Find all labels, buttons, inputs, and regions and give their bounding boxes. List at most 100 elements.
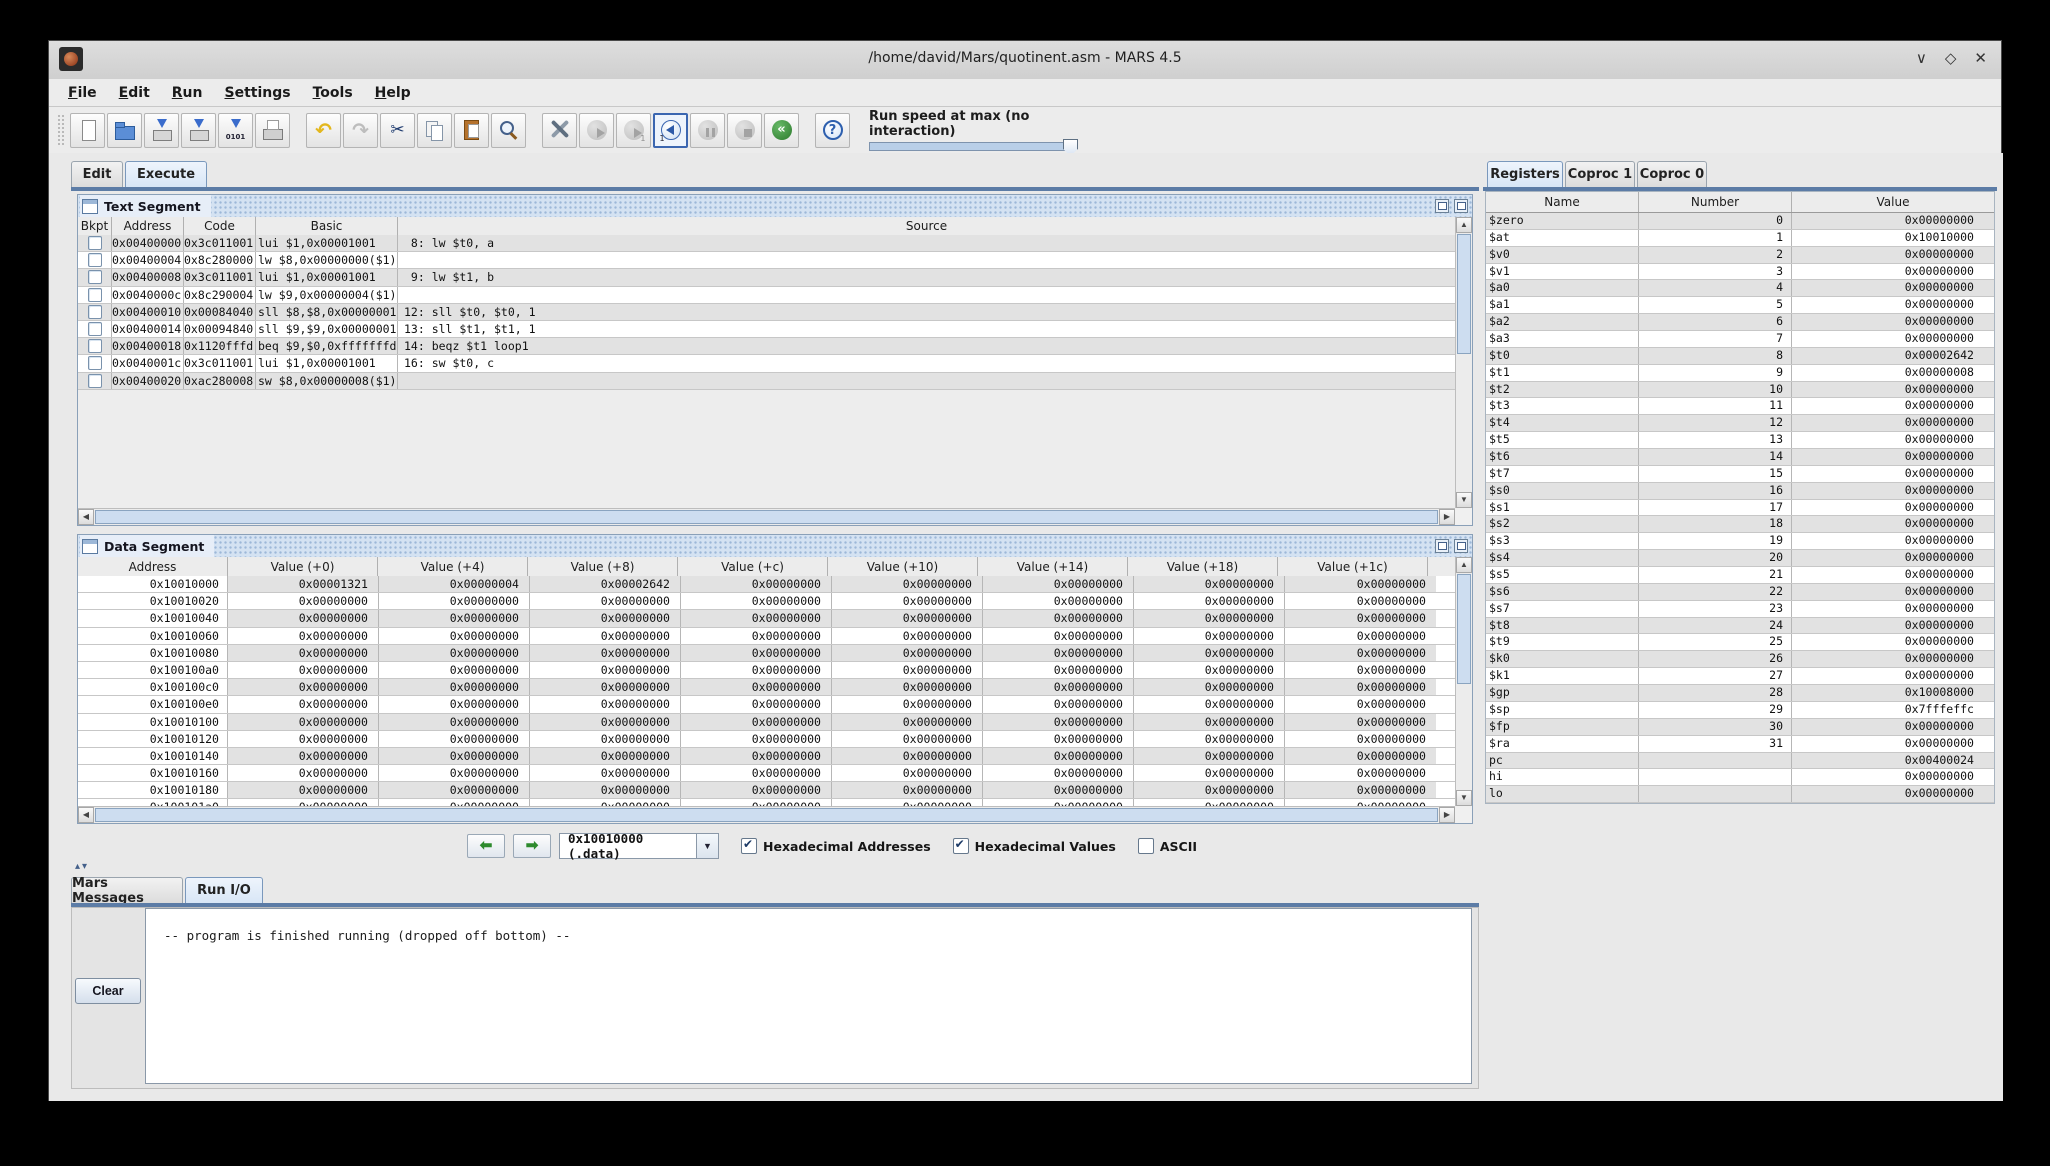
memory-value[interactable]: 0x00000000 (228, 748, 379, 764)
memory-value[interactable]: 0x00000000 (681, 748, 832, 764)
register-value[interactable]: 0x00000000 (1792, 668, 1980, 684)
memory-value[interactable]: 0x00000000 (1134, 765, 1285, 781)
window-control-button[interactable]: ◇ (1945, 48, 1957, 70)
memory-value[interactable]: 0x00000000 (681, 696, 832, 712)
memory-value[interactable]: 0x00000000 (530, 662, 681, 678)
memory-value[interactable]: 0x00000000 (228, 662, 379, 678)
breakpoint-checkbox[interactable] (88, 236, 102, 250)
scroll-thumb[interactable] (1457, 574, 1471, 684)
memory-value[interactable]: 0x00000000 (228, 765, 379, 781)
data-segment-vscrollbar[interactable]: ▲ ▼ (1455, 557, 1472, 806)
register-value[interactable]: 0x00000000 (1792, 398, 1980, 414)
menu-item[interactable]: Settings (213, 82, 301, 104)
register-value[interactable]: 0x00000000 (1792, 719, 1980, 735)
memory-value[interactable]: 0x00000000 (1285, 662, 1436, 678)
text-segment-restore-button[interactable] (1435, 199, 1449, 213)
stop-button[interactable] (727, 113, 762, 148)
menu-item[interactable]: File (57, 82, 108, 104)
memory-value[interactable]: 0x00000000 (1134, 679, 1285, 695)
memory-value[interactable]: 0x00000000 (832, 610, 983, 626)
breakpoint-checkbox[interactable] (88, 356, 102, 370)
memory-value[interactable]: 0x00000000 (681, 765, 832, 781)
paste-button[interactable] (454, 113, 489, 148)
memory-value[interactable]: 0x00000000 (832, 662, 983, 678)
memory-value[interactable]: 0x00000000 (983, 782, 1134, 798)
breakpoint-checkbox[interactable] (88, 374, 102, 388)
memory-value[interactable]: 0x00000000 (832, 679, 983, 695)
memory-value[interactable]: 0x00000000 (379, 765, 530, 781)
memory-value[interactable]: 0x00000000 (379, 628, 530, 644)
register-value[interactable]: 0x00400024 (1792, 753, 1980, 769)
memory-value[interactable]: 0x00000000 (1134, 714, 1285, 730)
register-value[interactable]: 0x00000000 (1792, 213, 1980, 229)
register-value[interactable]: 0x00000000 (1792, 584, 1980, 600)
scroll-down-button[interactable]: ▼ (1456, 492, 1472, 508)
memory-value[interactable]: 0x00000000 (832, 696, 983, 712)
memory-value[interactable]: 0x00000000 (832, 765, 983, 781)
register-value[interactable]: 0x00000000 (1792, 314, 1980, 330)
memory-value[interactable]: 0x00000000 (1134, 782, 1285, 798)
tab-mars-messages[interactable]: Mars Messages (71, 877, 183, 903)
tab-coproc1[interactable]: Coproc 1 (1565, 161, 1635, 187)
memory-value[interactable]: 0x00000000 (832, 645, 983, 661)
memory-value[interactable]: 0x00000000 (530, 645, 681, 661)
splitpane-toggle[interactable]: ▴▾ (75, 861, 89, 872)
step-button[interactable]: 1 (616, 113, 651, 148)
memory-value[interactable]: 0x00000000 (1285, 748, 1436, 764)
register-value[interactable]: 0x00000000 (1792, 449, 1980, 465)
text-segment-vscrollbar[interactable]: ▲ ▼ (1455, 217, 1472, 508)
memory-value[interactable]: 0x00000000 (228, 645, 379, 661)
memory-value[interactable]: 0x00000000 (983, 679, 1134, 695)
register-value[interactable]: 0x00000000 (1792, 382, 1980, 398)
memory-value[interactable]: 0x00002642 (530, 576, 681, 592)
reset-button[interactable]: « (764, 113, 799, 148)
memory-value[interactable]: 0x00000000 (530, 679, 681, 695)
tab-coproc0[interactable]: Coproc 0 (1637, 161, 1707, 187)
memory-value[interactable]: 0x00000000 (1134, 748, 1285, 764)
register-value[interactable]: 0x7fffeffc (1792, 702, 1980, 718)
memory-value[interactable]: 0x00000000 (379, 731, 530, 747)
register-value[interactable]: 0x00000000 (1792, 297, 1980, 313)
memory-value[interactable]: 0x00001321 (228, 576, 379, 592)
memory-value[interactable]: 0x00000000 (530, 610, 681, 626)
data-segment-restore-button[interactable] (1435, 539, 1449, 553)
print-button[interactable] (255, 113, 290, 148)
breakpoint-checkbox[interactable] (88, 288, 102, 302)
register-value[interactable]: 0x00000000 (1792, 550, 1980, 566)
save-as-button[interactable] (181, 113, 216, 148)
breakpoint-checkbox[interactable] (88, 322, 102, 336)
memory-value[interactable]: 0x00000000 (832, 782, 983, 798)
memory-value[interactable]: 0x00000000 (530, 748, 681, 764)
memory-value[interactable]: 0x00000000 (228, 610, 379, 626)
memory-value[interactable]: 0x00000000 (832, 748, 983, 764)
save-button[interactable] (144, 113, 179, 148)
copy-button[interactable] (417, 113, 452, 148)
memory-value[interactable]: 0x00000000 (379, 593, 530, 609)
memory-value[interactable]: 0x00000000 (681, 782, 832, 798)
memory-value[interactable]: 0x00000000 (681, 679, 832, 695)
data-segment-titlebar[interactable]: Data Segment (78, 535, 1472, 558)
memory-value[interactable]: 0x00000000 (681, 628, 832, 644)
memory-value[interactable]: 0x00000000 (530, 593, 681, 609)
menu-item[interactable]: Run (161, 82, 214, 104)
memory-value[interactable]: 0x00000000 (1134, 628, 1285, 644)
memory-value[interactable]: 0x00000000 (983, 593, 1134, 609)
memory-base-combobox[interactable]: 0x10010000 (.data) ▼ (559, 833, 719, 859)
scroll-right-button[interactable]: ▶ (1439, 509, 1455, 525)
ascii-checkbox[interactable] (1138, 838, 1154, 854)
register-value[interactable]: 0x00000000 (1792, 415, 1980, 431)
data-segment-hscrollbar[interactable]: ◀ ▶ (78, 806, 1455, 823)
memory-value[interactable]: 0x00000000 (983, 714, 1134, 730)
memory-value[interactable]: 0x00000000 (832, 628, 983, 644)
menu-item[interactable]: Edit (108, 82, 161, 104)
dump-memory-button[interactable]: 0101 (218, 113, 253, 148)
memory-value[interactable]: 0x00000000 (983, 645, 1134, 661)
memory-value[interactable]: 0x00000000 (228, 696, 379, 712)
next-memory-button[interactable]: ➡ (513, 834, 551, 858)
memory-value[interactable]: 0x00000000 (379, 679, 530, 695)
register-value[interactable]: 0x00000000 (1792, 516, 1980, 532)
combobox-dropdown-button[interactable]: ▼ (696, 834, 718, 858)
memory-value[interactable]: 0x00000000 (379, 748, 530, 764)
register-value[interactable]: 0x00000008 (1792, 365, 1980, 381)
memory-value[interactable]: 0x00000000 (228, 782, 379, 798)
